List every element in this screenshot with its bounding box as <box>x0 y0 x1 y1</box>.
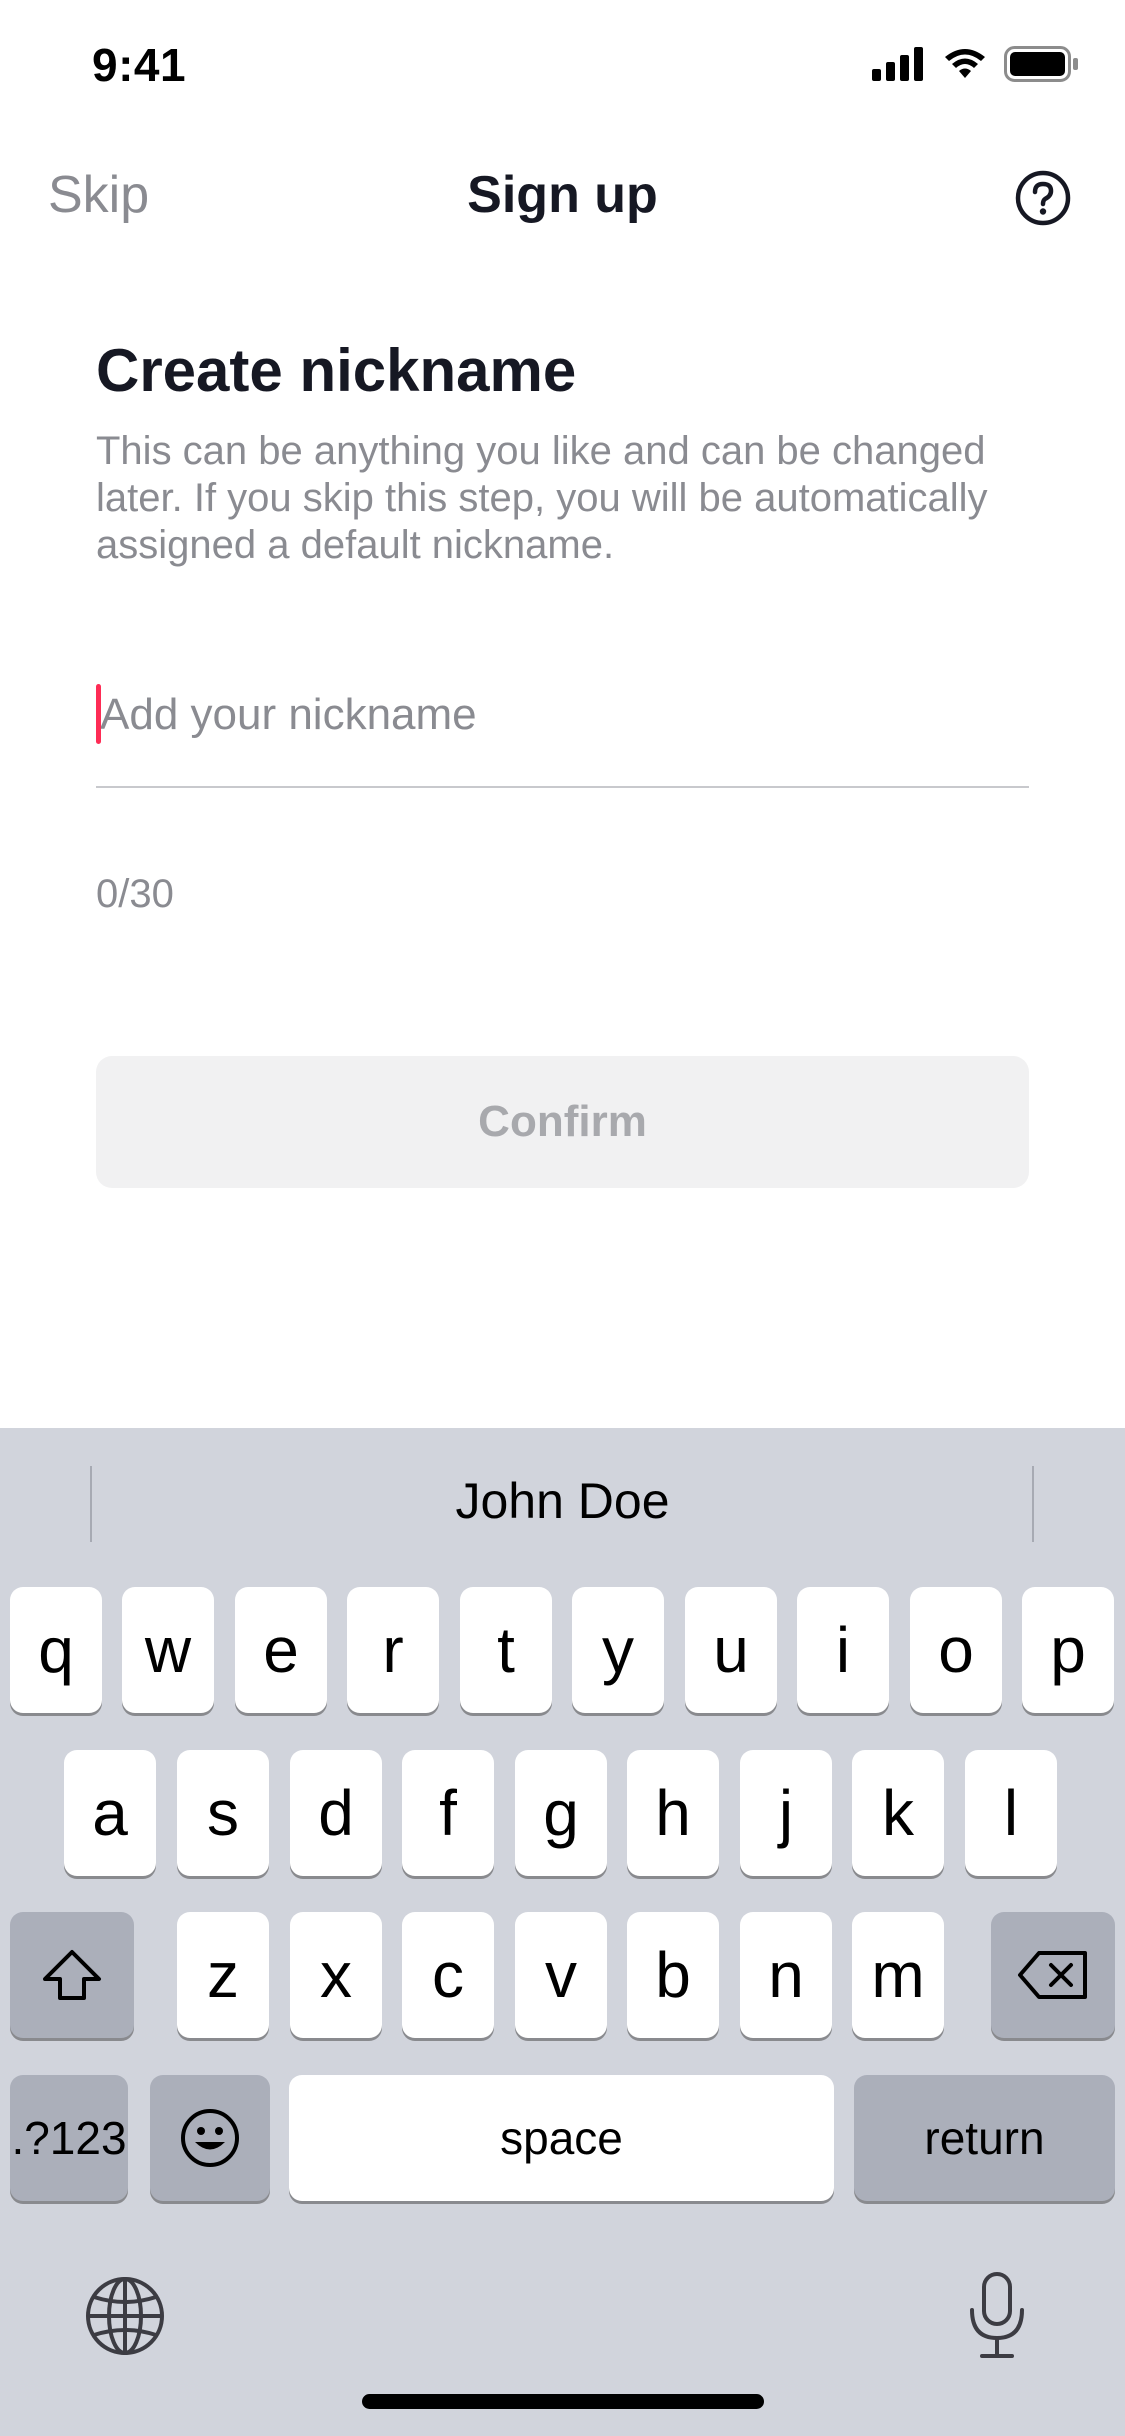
suggestion-divider <box>1032 1466 1034 1542</box>
key-j[interactable]: j <box>740 1750 832 1876</box>
status-icons <box>872 46 1080 82</box>
wifi-icon <box>945 49 985 78</box>
keyboard: John Doe q w e r t y u i o p a s d f g h… <box>0 1428 1125 2436</box>
key-h[interactable]: h <box>627 1750 719 1876</box>
key-d[interactable]: d <box>290 1750 382 1876</box>
nav-title: Sign up <box>467 166 658 224</box>
confirm-button[interactable]: Confirm <box>96 1056 1029 1188</box>
key-e[interactable]: e <box>235 1587 327 1713</box>
backspace-icon <box>1018 1951 1087 1999</box>
home-indicator <box>362 2394 764 2409</box>
key-r[interactable]: r <box>347 1587 439 1713</box>
key-q[interactable]: q <box>10 1587 102 1713</box>
numbers-key[interactable]: .?123 <box>10 2075 128 2201</box>
key-v[interactable]: v <box>515 1912 607 2038</box>
suggestion-bar: John Doe <box>0 1428 1125 1578</box>
key-c[interactable]: c <box>402 1912 494 2038</box>
page-heading: Create nickname <box>96 337 577 404</box>
microphone-icon[interactable] <box>964 2270 1030 2360</box>
key-u[interactable]: u <box>685 1587 777 1713</box>
text-caret <box>96 684 101 744</box>
emoji-icon <box>181 2109 239 2167</box>
key-m[interactable]: m <box>852 1912 944 2038</box>
key-n[interactable]: n <box>740 1912 832 2038</box>
suggestion-item[interactable]: John Doe <box>0 1472 1125 1530</box>
backspace-key[interactable] <box>991 1912 1115 2038</box>
shift-key[interactable] <box>10 1912 134 2038</box>
key-t[interactable]: t <box>460 1587 552 1713</box>
key-i[interactable]: i <box>797 1587 889 1713</box>
key-p[interactable]: p <box>1022 1587 1114 1713</box>
key-s[interactable]: s <box>177 1750 269 1876</box>
key-g[interactable]: g <box>515 1750 607 1876</box>
nickname-input[interactable] <box>96 670 1033 760</box>
globe-icon[interactable] <box>84 2275 166 2357</box>
key-l[interactable]: l <box>965 1750 1057 1876</box>
emoji-key[interactable] <box>150 2075 270 2201</box>
key-k[interactable]: k <box>852 1750 944 1876</box>
nickname-field[interactable] <box>96 670 1033 788</box>
key-b[interactable]: b <box>627 1912 719 2038</box>
return-key[interactable]: return <box>854 2075 1115 2201</box>
key-y[interactable]: y <box>572 1587 664 1713</box>
key-f[interactable]: f <box>402 1750 494 1876</box>
status-time: 9:41 <box>92 39 187 91</box>
key-a[interactable]: a <box>64 1750 156 1876</box>
space-key[interactable]: space <box>289 2075 834 2201</box>
battery-icon <box>1004 46 1078 82</box>
signal-icon <box>872 47 923 81</box>
character-counter: 0/30 <box>96 872 174 916</box>
skip-button[interactable]: Skip <box>48 165 149 225</box>
question-circle-icon[interactable] <box>1015 170 1071 226</box>
key-w[interactable]: w <box>122 1587 214 1713</box>
key-x[interactable]: x <box>290 1912 382 2038</box>
description-text: This can be anything you like and can be… <box>96 429 988 567</box>
shift-icon <box>43 1950 101 2000</box>
key-o[interactable]: o <box>910 1587 1002 1713</box>
key-z[interactable]: z <box>177 1912 269 2038</box>
